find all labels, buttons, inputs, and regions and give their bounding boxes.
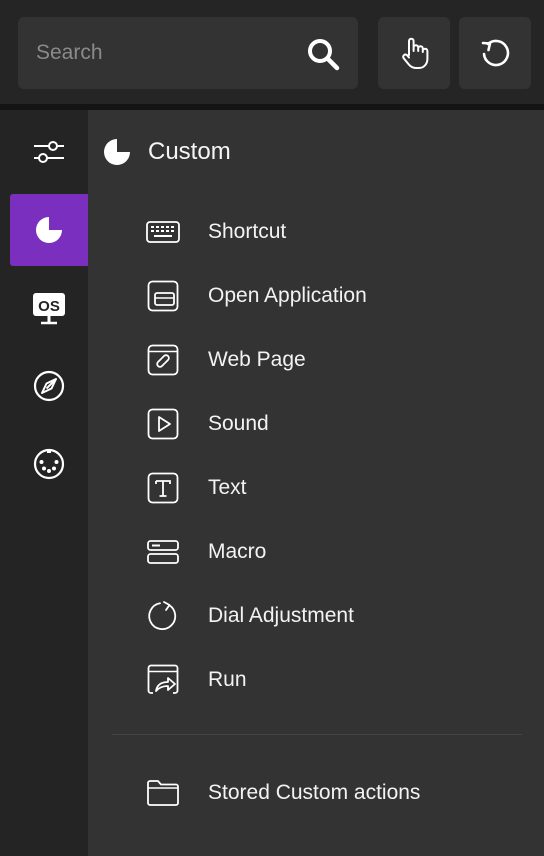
stored-custom-actions[interactable]: Stored Custom actions — [146, 767, 526, 819]
action-text[interactable]: Text — [146, 462, 526, 514]
action-label: Dial Adjustment — [208, 604, 354, 627]
app-window-icon — [147, 280, 179, 312]
rail-item-os[interactable]: OS — [10, 272, 88, 344]
os-monitor-icon: OS — [33, 293, 65, 325]
action-shortcut[interactable]: Shortcut — [146, 206, 526, 258]
panel-title: Custom — [148, 138, 231, 165]
midi-connector-icon — [33, 448, 65, 480]
search-input[interactable] — [18, 17, 298, 89]
action-label: Macro — [208, 540, 267, 563]
rail-item-custom[interactable] — [10, 194, 88, 266]
search-icon[interactable] — [306, 37, 340, 71]
stored-actions-label: Stored Custom actions — [208, 781, 421, 804]
action-run[interactable]: Run — [146, 654, 526, 706]
macro-icon — [147, 540, 179, 564]
keyboard-icon — [146, 221, 180, 243]
action-label: Web Page — [208, 348, 306, 371]
search-box[interactable] — [18, 17, 358, 89]
web-link-icon — [147, 344, 179, 376]
panel-header: Custom — [102, 134, 231, 170]
run-window-icon — [147, 664, 179, 694]
touch-mode-button[interactable] — [378, 17, 450, 89]
action-label: Sound — [208, 412, 269, 435]
refresh-icon — [481, 39, 510, 67]
play-sound-icon — [147, 408, 179, 440]
action-label: Text — [208, 476, 247, 499]
rail-item-navigation[interactable] — [10, 350, 88, 422]
svg-text:OS: OS — [38, 298, 60, 315]
action-sound[interactable]: Sound — [146, 398, 526, 450]
action-label: Open Application — [208, 284, 367, 307]
folder-icon — [147, 780, 179, 806]
action-label: Run — [208, 668, 247, 691]
refresh-button[interactable] — [459, 17, 531, 89]
top-toolbar — [0, 0, 544, 104]
custom-actions-panel: Custom Shortcut Open Application Web Pag… — [88, 110, 544, 856]
settings-sliders-icon — [34, 141, 64, 163]
text-icon — [147, 472, 179, 504]
action-macro[interactable]: Macro — [146, 526, 526, 578]
custom-pie-icon — [104, 139, 130, 165]
rail-item-settings[interactable] — [10, 116, 88, 188]
dial-rotate-icon — [148, 601, 177, 630]
action-open-application[interactable]: Open Application — [146, 270, 526, 322]
custom-pie-icon — [36, 217, 62, 243]
action-label: Shortcut — [208, 220, 287, 243]
hand-pointer-icon — [402, 37, 429, 69]
action-web-page[interactable]: Web Page — [146, 334, 526, 386]
panel-divider — [112, 734, 522, 735]
action-dial-adjustment[interactable]: Dial Adjustment — [146, 590, 526, 642]
compass-icon — [33, 370, 65, 402]
rail-item-midi[interactable] — [10, 428, 88, 500]
category-rail: OS — [0, 110, 88, 856]
